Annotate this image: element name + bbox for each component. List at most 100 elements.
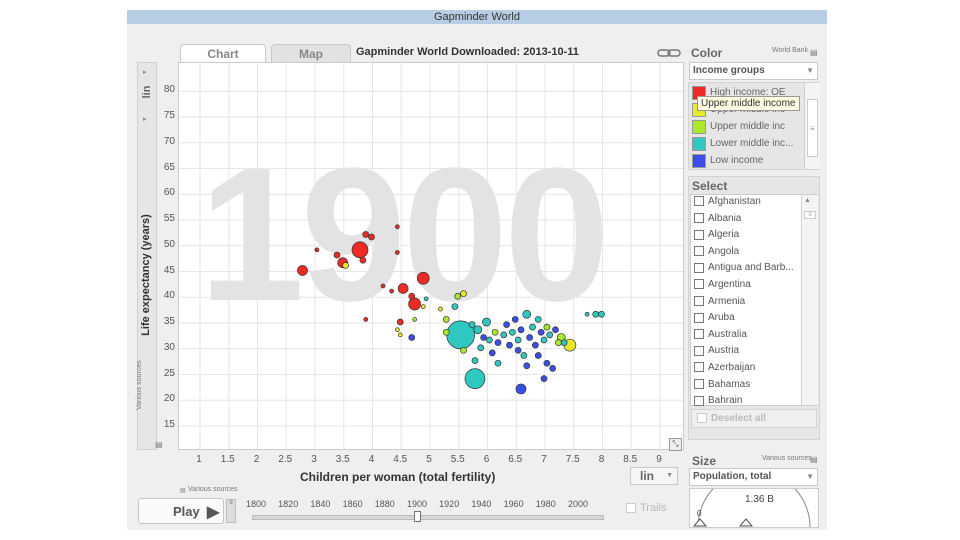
size-min-value: 0 bbox=[697, 509, 702, 518]
country-list-scrollbar[interactable]: ▲ ≡ bbox=[801, 195, 818, 405]
timeline-year-label: 1800 bbox=[245, 499, 267, 509]
y-tick-label: 65 bbox=[163, 161, 175, 173]
country-list-item[interactable]: Aruba bbox=[694, 312, 735, 327]
timeline-year-label: 1840 bbox=[310, 499, 331, 509]
deselect-all-button[interactable]: Deselect all bbox=[691, 409, 817, 428]
color-info-icon[interactable]: ▤ bbox=[810, 48, 818, 57]
y-tick-label: 20 bbox=[163, 393, 175, 405]
trails-toggle[interactable]: Trails bbox=[626, 502, 678, 518]
x-tick-label: 4 bbox=[368, 454, 375, 465]
color-swatch[interactable] bbox=[692, 137, 706, 151]
y-tick-label: 55 bbox=[163, 213, 175, 224]
country-list-item[interactable]: Australia bbox=[694, 329, 747, 344]
checkbox-icon[interactable] bbox=[694, 262, 704, 273]
country-list-item[interactable]: Algeria bbox=[694, 229, 739, 244]
year-watermark: 1900 bbox=[199, 129, 610, 341]
color-source[interactable]: World Bank bbox=[772, 47, 808, 54]
x-info-icon[interactable]: ▤ bbox=[180, 487, 186, 494]
country-name: Antigua and Barb... bbox=[708, 262, 794, 274]
country-list-item[interactable]: Antigua and Barb... bbox=[694, 262, 794, 277]
checkbox-icon[interactable] bbox=[694, 312, 704, 323]
country-name: Algeria bbox=[708, 229, 740, 241]
country-list-item[interactable]: Argentina bbox=[694, 279, 751, 294]
country-list-item[interactable]: Armenia bbox=[694, 296, 745, 311]
size-source[interactable]: Various sources bbox=[762, 455, 812, 462]
y-expand-icon[interactable]: ▸ bbox=[143, 68, 147, 76]
checkbox-icon[interactable] bbox=[694, 395, 704, 406]
legend-scrollbar[interactable]: ≡ bbox=[804, 83, 820, 169]
checkbox-icon[interactable] bbox=[694, 345, 704, 356]
y-scale-selector[interactable]: lin bbox=[141, 84, 153, 100]
country-name: Angola bbox=[708, 245, 740, 257]
timeline-year-label: 1880 bbox=[374, 499, 395, 509]
country-name: Austria bbox=[708, 345, 740, 357]
x-tick-label: 2 bbox=[253, 454, 260, 465]
y-axis-title[interactable]: Life expectancy (years) bbox=[140, 214, 152, 336]
country-list-item[interactable]: Angola bbox=[694, 246, 739, 261]
country-list-item[interactable]: Bahamas bbox=[694, 379, 750, 394]
y-axis-source[interactable]: Various sources bbox=[136, 360, 143, 410]
checkbox-icon[interactable] bbox=[694, 329, 704, 340]
x-tick-label: 4.5 bbox=[393, 454, 408, 465]
color-legend-item[interactable]: Low income bbox=[692, 154, 802, 168]
link-icon[interactable] bbox=[657, 47, 681, 59]
x-tick-label: 7.5 bbox=[565, 454, 580, 465]
color-indicator-dropdown[interactable]: Income groups ▼ bbox=[689, 62, 818, 80]
checkbox-icon[interactable] bbox=[694, 362, 704, 373]
checkbox-icon[interactable] bbox=[694, 246, 704, 257]
country-list-item[interactable]: Albania bbox=[694, 213, 741, 228]
country-list-item[interactable]: Austria bbox=[694, 345, 739, 360]
checkbox-icon[interactable] bbox=[694, 279, 704, 290]
y-tick-label: 70 bbox=[163, 135, 175, 147]
tab-chart[interactable]: Chart bbox=[180, 44, 266, 64]
y-zoom-icon[interactable]: ▸ bbox=[143, 115, 147, 123]
y-tick-label: 25 bbox=[163, 367, 175, 379]
x-scale-selector[interactable]: lin ▼ bbox=[630, 467, 678, 485]
y-tick-label: 80 bbox=[163, 84, 175, 96]
time-slider-track[interactable] bbox=[252, 515, 604, 520]
size-info-icon[interactable]: ▤ bbox=[810, 455, 818, 464]
play-button[interactable]: Play ▶ bbox=[138, 498, 224, 524]
select-panel-title: Select bbox=[692, 179, 728, 193]
y-info-icon[interactable]: ▤ bbox=[155, 440, 163, 449]
deselect-checkbox-icon bbox=[697, 413, 707, 424]
x-tick-label: 5.5 bbox=[450, 454, 465, 465]
country-name: Armenia bbox=[708, 295, 746, 307]
trails-label: Trails bbox=[640, 502, 667, 514]
x-tick-label: 3.5 bbox=[335, 454, 350, 465]
x-axis-source[interactable]: Various sources bbox=[188, 486, 238, 493]
size-control: 1.36 B 0 bbox=[689, 488, 819, 528]
x-axis-title[interactable]: Children per woman (total fertility) bbox=[300, 470, 495, 484]
color-legend-label: Upper middle inc bbox=[710, 121, 786, 132]
y-tick-label: 35 bbox=[163, 316, 175, 327]
checkbox-icon[interactable] bbox=[694, 212, 704, 223]
color-legend-item[interactable]: Upper middle inc bbox=[692, 120, 802, 134]
country-list-item[interactable]: Afghanistan bbox=[694, 196, 761, 211]
speed-icon[interactable]: ≡ bbox=[226, 499, 236, 523]
color-dropdown-value: Income groups bbox=[693, 65, 765, 76]
timeline-year-label: 1980 bbox=[535, 499, 556, 509]
size-indicator-dropdown[interactable]: Population, total ▼ bbox=[689, 468, 818, 486]
country-list-item[interactable]: Azerbaijan bbox=[694, 362, 755, 377]
legend-tooltip: Upper middle income bbox=[697, 96, 800, 111]
timeline-year-label: 1960 bbox=[503, 499, 524, 509]
country-name: Bahrain bbox=[708, 395, 743, 407]
color-swatch[interactable] bbox=[692, 154, 706, 168]
checkbox-icon[interactable] bbox=[694, 229, 704, 240]
y-tick-label: 40 bbox=[163, 290, 175, 302]
country-list-item[interactable]: Bahrain bbox=[694, 395, 742, 410]
color-legend-item[interactable]: Lower middle inc... bbox=[692, 137, 802, 151]
zoom-corner-icon[interactable]: ⤡ bbox=[669, 438, 682, 451]
x-tick-label: 6 bbox=[483, 454, 490, 465]
x-tick-label: 8 bbox=[598, 454, 605, 465]
checkbox-icon[interactable] bbox=[694, 295, 704, 306]
checkbox-icon[interactable] bbox=[694, 196, 704, 207]
tab-map[interactable]: Map bbox=[271, 44, 351, 64]
color-panel-title: Color bbox=[691, 46, 723, 60]
country-name: Albania bbox=[708, 212, 742, 224]
color-swatch[interactable] bbox=[692, 120, 706, 134]
time-slider-handle[interactable] bbox=[414, 511, 421, 522]
timeline-year-label: 1820 bbox=[278, 499, 299, 509]
country-name: Australia bbox=[708, 328, 747, 340]
checkbox-icon[interactable] bbox=[694, 378, 704, 389]
